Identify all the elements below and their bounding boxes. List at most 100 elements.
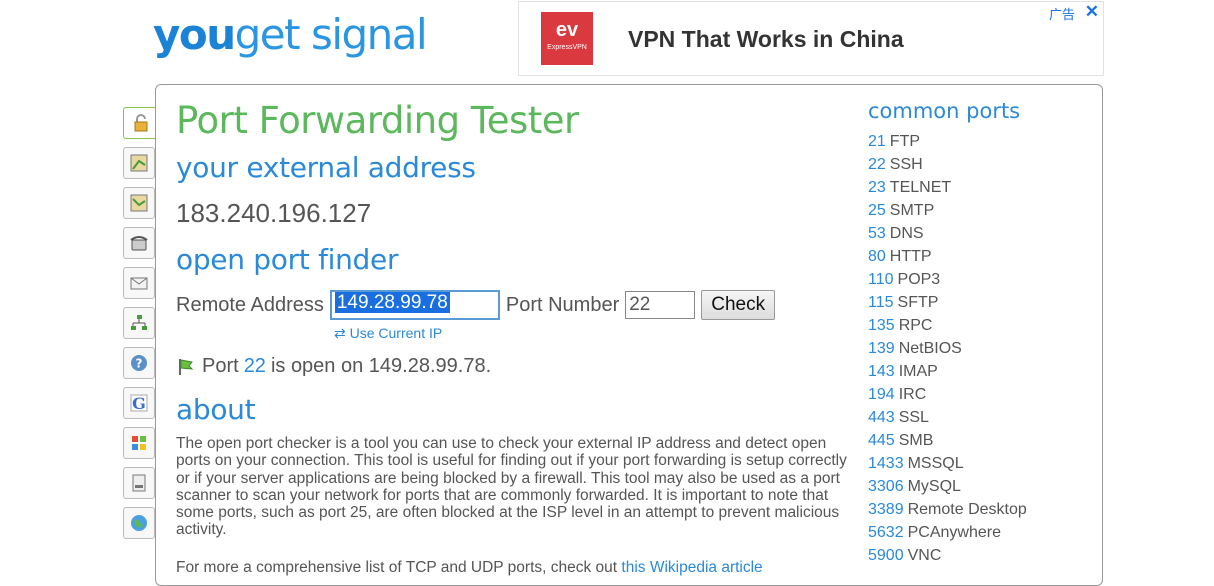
port-item[interactable]: 53 DNS (868, 222, 1027, 245)
port-number[interactable]: 115 (868, 294, 894, 311)
common-ports-title: common ports (868, 99, 1021, 123)
tool-windows[interactable] (123, 427, 155, 459)
port-name: NetBIOS (898, 340, 962, 357)
tool-email[interactable] (123, 267, 155, 299)
port-name: DNS (889, 225, 924, 242)
port-number[interactable]: 25 (868, 202, 886, 219)
port-number[interactable]: 80 (868, 248, 886, 265)
port-item[interactable]: 3389 Remote Desktop (868, 498, 1027, 521)
port-number[interactable]: 194 (868, 386, 895, 403)
port-number[interactable]: 22 (868, 156, 886, 173)
port-name: SMTP (889, 202, 935, 219)
phone-icon (130, 236, 148, 251)
port-number[interactable]: 443 (868, 409, 895, 426)
port-number[interactable]: 1433 (868, 455, 904, 472)
wikipedia-link[interactable]: this Wikipedia article (621, 559, 762, 576)
port-name: Remote Desktop (907, 501, 1027, 518)
ad-text[interactable]: VPN That Works in China (628, 26, 904, 53)
map-route-icon (130, 194, 148, 212)
tool-map[interactable] (123, 147, 155, 179)
port-number[interactable]: 23 (868, 179, 886, 196)
port-name: FTP (889, 133, 921, 150)
port-item[interactable]: 3306 MySQL (868, 475, 1027, 498)
windows-icon (132, 436, 146, 450)
ad-badge[interactable]: 广告 (1049, 4, 1075, 23)
tool-map-route[interactable] (123, 187, 155, 219)
logo-you: you (153, 10, 236, 59)
result-port[interactable]: 22 (244, 355, 266, 378)
ad-banner[interactable]: ev ExpressVPN VPN That Works in China 广告… (518, 1, 1104, 76)
port-number[interactable]: 3306 (868, 478, 904, 495)
port-name: HTTP (889, 248, 932, 265)
page-title: Port Forwarding Tester (176, 99, 579, 142)
port-name: SSH (889, 156, 923, 173)
port-number[interactable]: 110 (868, 271, 894, 288)
port-name: SMB (898, 432, 934, 449)
use-current-ip-link[interactable]: ⇄ Use Current IP (334, 325, 442, 342)
port-name: MSSQL (907, 455, 964, 472)
tool-phone[interactable] (123, 227, 155, 259)
port-item[interactable]: 5632 PCAnywhere (868, 521, 1027, 544)
globe-icon (131, 515, 147, 531)
port-number[interactable]: 3389 (868, 501, 904, 518)
port-name: MySQL (907, 478, 961, 495)
remote-address-label: Remote Address (176, 293, 324, 316)
green-flag-icon (179, 358, 194, 375)
port-number[interactable]: 5632 (868, 524, 904, 541)
help-icon: ? (131, 355, 147, 371)
port-number[interactable]: 21 (868, 133, 886, 150)
tool-help[interactable]: ? (123, 347, 155, 379)
about-text: The open port checker is a tool you can … (176, 435, 847, 539)
port-name: TELNET (889, 179, 952, 196)
port-name: RPC (898, 317, 933, 334)
logo-rest: get signal (234, 10, 428, 59)
tool-server[interactable] (123, 467, 155, 499)
ad-close-icon[interactable]: ✕ (1085, 2, 1099, 22)
site-logo[interactable]: youget signal (153, 10, 428, 59)
tool-network[interactable] (123, 307, 155, 339)
network-icon (131, 315, 147, 330)
port-finder-form: Remote Address 149.28.99.78 Port Number … (176, 290, 776, 320)
port-item[interactable]: 1433 MSSQL (868, 452, 1027, 475)
port-item[interactable]: 21 FTP (868, 130, 1027, 153)
port-number[interactable]: 53 (868, 225, 886, 242)
port-item[interactable]: 143 IMAP (868, 360, 1027, 383)
port-item[interactable]: 115 SFTP (868, 291, 1027, 314)
port-name: SSL (898, 409, 929, 426)
port-item[interactable]: 110 POP3 (868, 268, 1027, 291)
port-number[interactable]: 143 (868, 363, 895, 380)
tool-google[interactable]: G (123, 387, 155, 419)
port-name: POP3 (897, 271, 941, 288)
port-number[interactable]: 135 (868, 317, 895, 334)
port-item[interactable]: 139 NetBIOS (868, 337, 1027, 360)
main-panel: Port Forwarding Tester your external add… (155, 84, 1103, 586)
port-number[interactable]: 139 (868, 340, 895, 357)
port-item[interactable]: 445 SMB (868, 429, 1027, 452)
lock-icon (134, 114, 147, 132)
remote-address-input[interactable]: 149.28.99.78 (329, 290, 500, 320)
port-item[interactable]: 194 IRC (868, 383, 1027, 406)
svg-text:?: ? (136, 357, 143, 371)
check-button[interactable]: Check (701, 290, 776, 320)
port-name: VNC (907, 547, 942, 564)
port-number-input[interactable]: 22 (625, 291, 696, 319)
external-ip: 183.240.196.127 (176, 198, 372, 228)
port-item[interactable]: 5900 VNC (868, 544, 1027, 567)
port-number-label: Port Number (505, 293, 620, 316)
port-item[interactable]: 135 RPC (868, 314, 1027, 337)
port-item[interactable]: 443 SSL (868, 406, 1027, 429)
use-current-ip-label: Use Current IP (349, 325, 443, 341)
port-item[interactable]: 80 HTTP (868, 245, 1027, 268)
about-heading: about (176, 393, 256, 426)
expressvpn-logo: ev ExpressVPN (541, 12, 593, 65)
port-number[interactable]: 5900 (868, 547, 904, 564)
port-item[interactable]: 25 SMTP (868, 199, 1027, 222)
tool-globe[interactable] (123, 507, 155, 539)
envelope-icon (130, 277, 148, 290)
port-name: IRC (898, 386, 927, 403)
tool-port-forwarding[interactable] (123, 107, 158, 139)
port-item[interactable]: 22 SSH (868, 153, 1027, 176)
port-number[interactable]: 445 (868, 432, 895, 449)
port-item[interactable]: 23 TELNET (868, 176, 1027, 199)
port-name: SFTP (897, 294, 939, 311)
